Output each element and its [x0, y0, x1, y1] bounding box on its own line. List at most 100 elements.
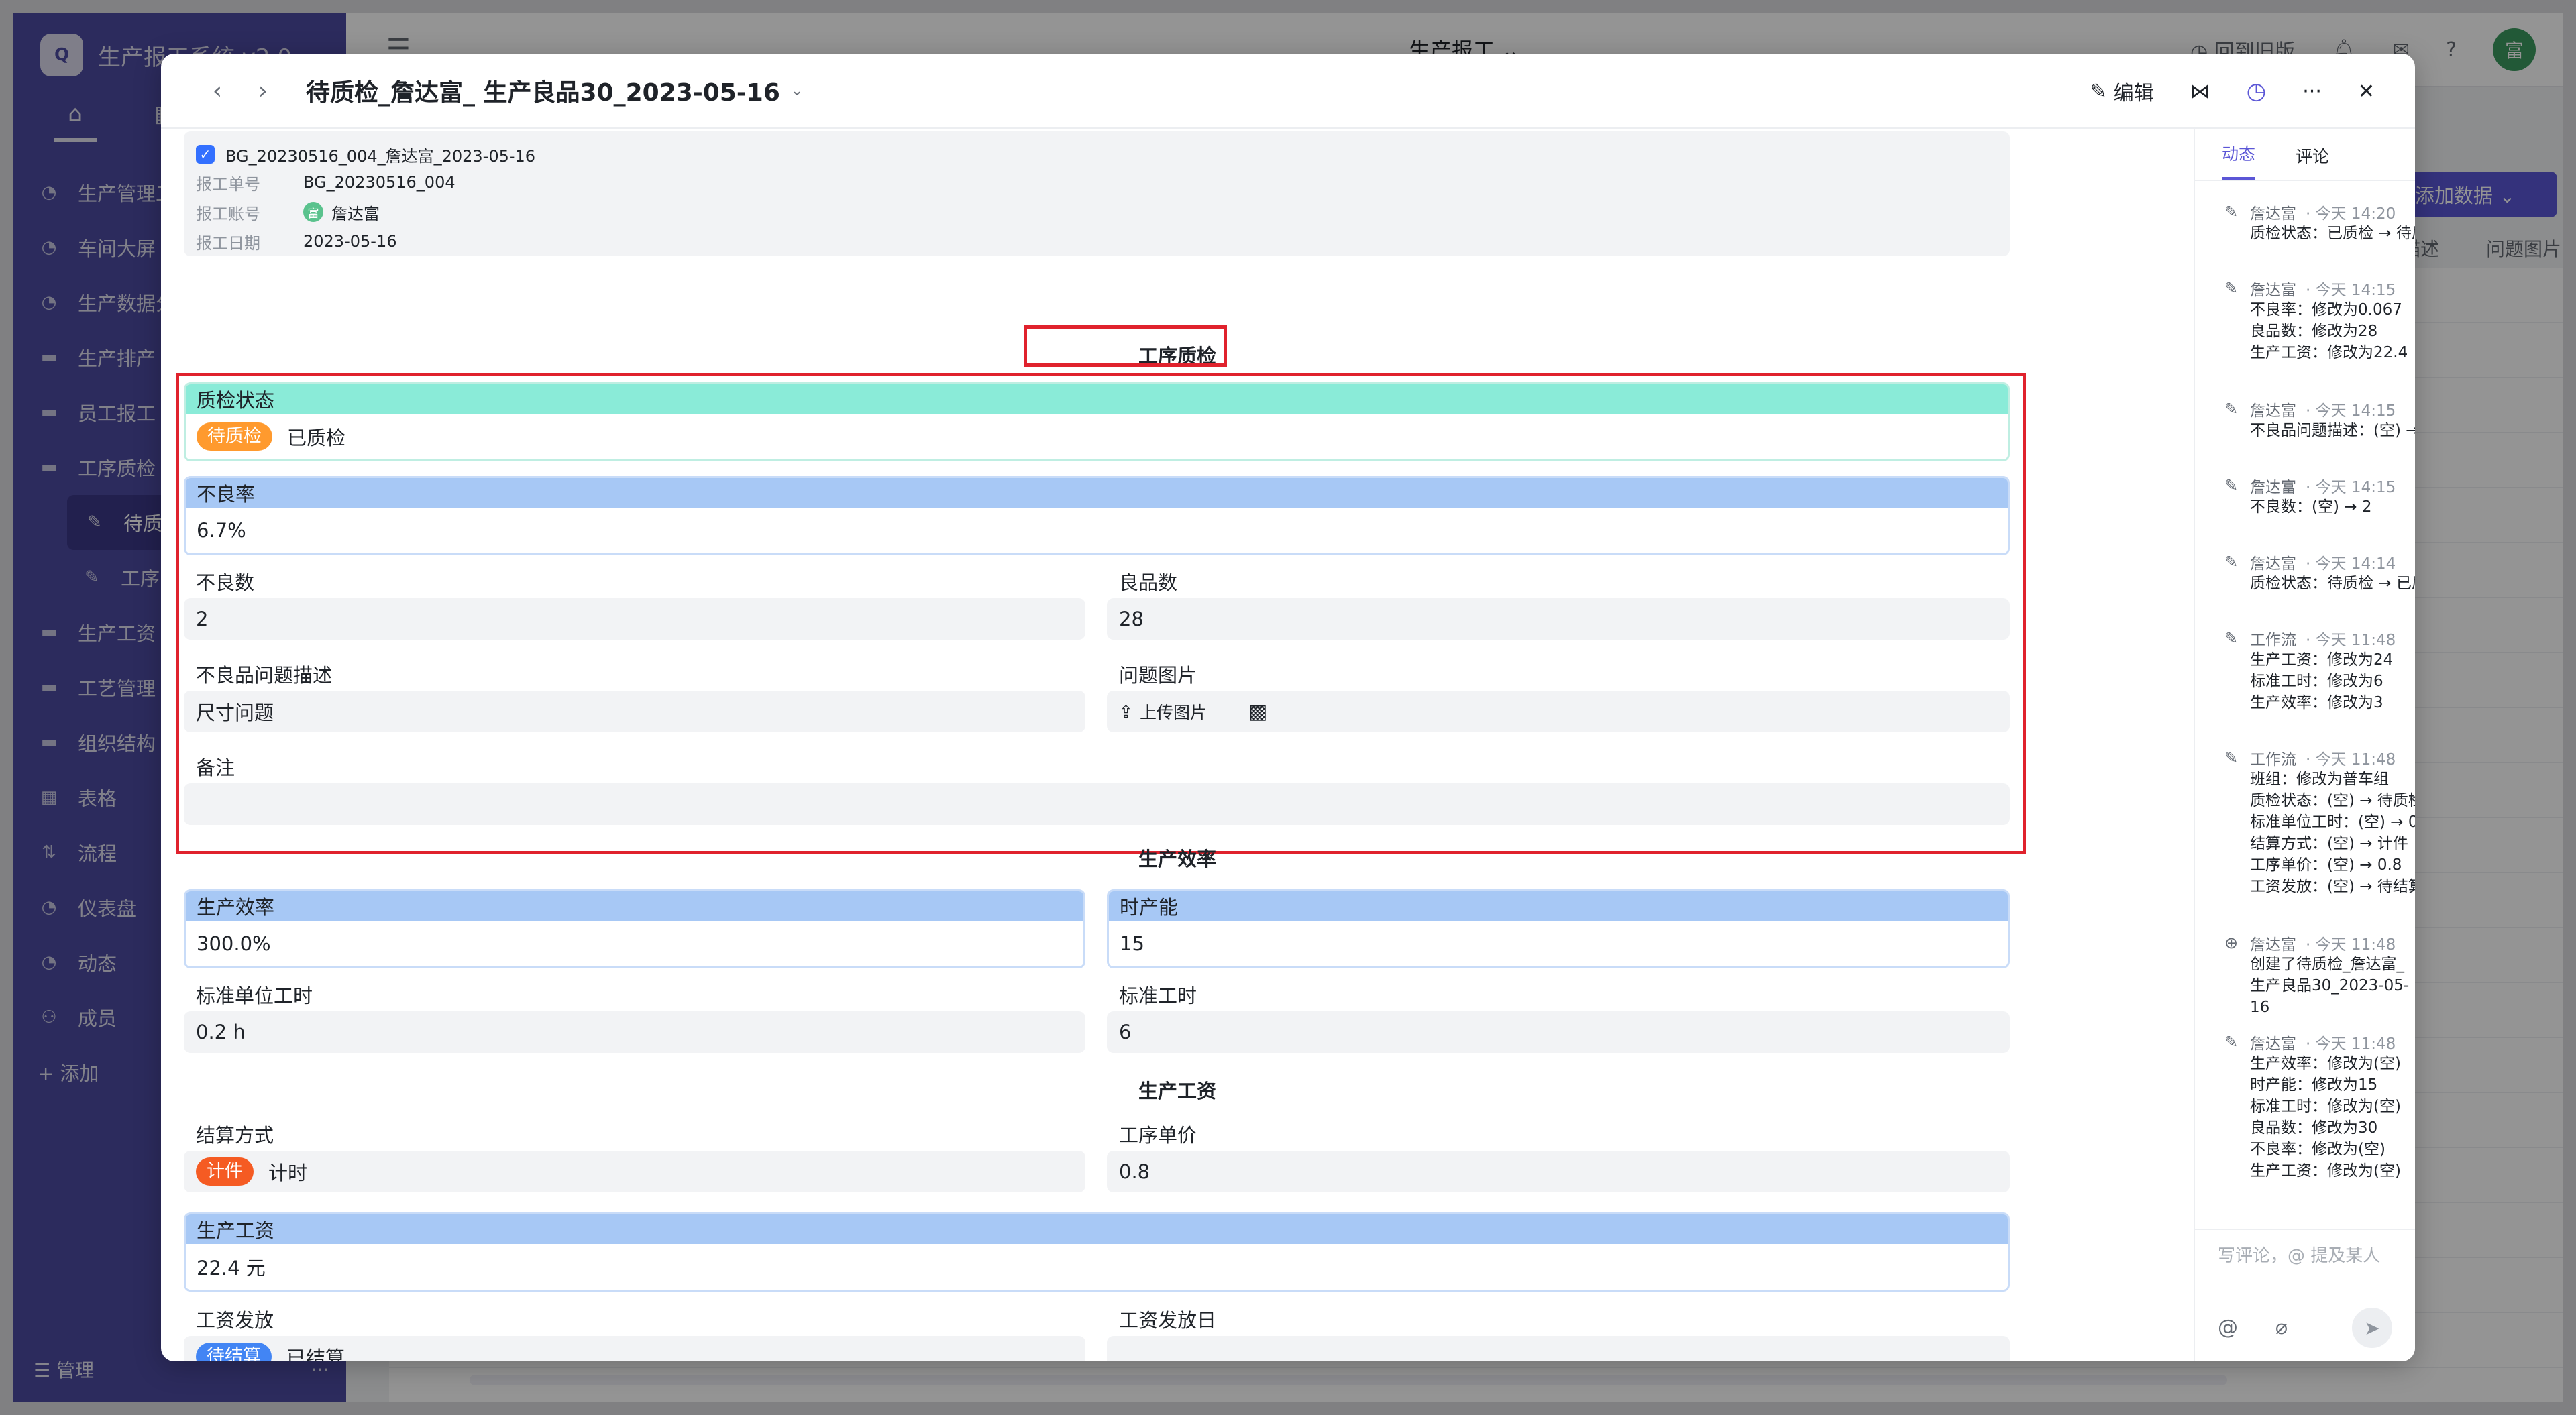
linked-record: ✓ BG_20230516_004_詹达富_2023-05-16 — [196, 141, 1998, 168]
field-label: 不良率 — [186, 478, 2008, 508]
activity-time: · 今天 11:48 — [2306, 632, 2396, 649]
good-count-input[interactable]: 28 — [1107, 598, 2010, 640]
qrcode-icon[interactable]: ▩ — [1248, 700, 1267, 724]
send-icon[interactable]: ➤ — [2352, 1308, 2392, 1348]
wage-field[interactable]: 生产工资 22.4 元 — [184, 1212, 2010, 1292]
activity-change: 生产效率：修改为3 — [2250, 694, 2383, 712]
activity-author: 詹达富 — [2250, 205, 2296, 223]
avatar: 富 — [303, 202, 323, 222]
payment-badge[interactable]: 待结算 — [196, 1343, 272, 1361]
activity-change: 时产能：修改为15 — [2250, 1076, 2378, 1094]
qc-status-field[interactable]: 质检状态 待质检 已质检 — [184, 382, 2010, 461]
close-icon[interactable]: ✕ — [2358, 80, 2375, 103]
activity-header: ✎ 詹达富 · 今天 14:14 — [2222, 551, 2410, 573]
section-title-efficiency: 生产效率 — [1138, 848, 1216, 870]
comment-tools: @ ⌀ — [2218, 1316, 2288, 1339]
status-option[interactable]: 已质检 — [287, 422, 345, 451]
field-label: 结算方式 — [196, 1124, 274, 1147]
activity-change: 不良数：(空) → 2 — [2250, 498, 2372, 516]
activity-change: 不良率：修改为0.067 — [2250, 301, 2402, 319]
modal-header: ‹ › 待质检_詹达富_ 生产良品30_2023-05-16 ⌄ ✎ 编辑 ⋈ … — [161, 54, 2415, 129]
next-record-icon[interactable]: › — [240, 77, 286, 105]
pencil-icon: ✎ — [2224, 476, 2239, 495]
activity-change: 标准工时：修改为(空) — [2250, 1098, 2401, 1115]
meta-row: 报工单号 BG_20230516_004 — [196, 168, 1998, 197]
unit-price-input[interactable]: 0.8 — [1107, 1151, 2010, 1192]
pencil-icon: ✎ — [2224, 400, 2239, 418]
meta-row: 报工账号 富 詹达富 — [196, 197, 1998, 227]
activity-time: · 今天 14:14 — [2306, 555, 2396, 573]
edit-label: 编辑 — [2113, 82, 2154, 105]
tab-comments[interactable]: 评论 — [2296, 144, 2329, 180]
activity-change: 标准单位工时：(空) → 0.2h — [2250, 813, 2415, 831]
history-icon[interactable]: ◷ — [2247, 78, 2267, 105]
payment-date-input[interactable] — [1107, 1336, 2010, 1361]
chevron-down-icon[interactable]: ⌄ — [791, 82, 803, 99]
defect-count-input[interactable]: 2 — [184, 598, 1085, 640]
activity-item: ✎ 詹达富 · 今天 14:20 质检状态：已质检 → 待质检 — [2222, 201, 2415, 244]
activity-change: 质检状态：已质检 → 待质检 — [2250, 225, 2415, 242]
activity-author: 詹达富 — [2250, 1035, 2296, 1053]
highlight-box — [1024, 325, 1227, 367]
settlement-badge[interactable]: 计件 — [196, 1157, 254, 1186]
activity-header: ✎ 詹达富 · 今天 14:15 — [2222, 278, 2410, 299]
horizontal-scrollbar[interactable] — [470, 1375, 2227, 1385]
activity-author: 工作流 — [2250, 751, 2296, 769]
defect-rate-field[interactable]: 不良率 6.7% — [184, 476, 2010, 555]
pencil-icon: ✎ — [2224, 203, 2239, 221]
meta-key: 报工单号 — [196, 174, 260, 194]
status-badge[interactable]: 待质检 — [197, 422, 272, 451]
issue-description-input[interactable]: 尺寸问题 — [184, 691, 1085, 732]
modal-actions: ✎ 编辑 ⋈ ◷ ··· ✕ — [2090, 54, 2375, 129]
wage-payment-field[interactable]: 待结算 已结算 — [184, 1336, 1085, 1361]
settlement-method-field[interactable]: 计件 计时 — [184, 1151, 1085, 1192]
more-icon[interactable]: ··· — [2302, 80, 2322, 103]
tab-activity[interactable]: 动态 — [2222, 141, 2256, 180]
activity-item: ✎ 詹达富 · 今天 14:14 质检状态：待质检 → 已质检 — [2222, 551, 2415, 594]
activity-header: ✎ 詹达富 · 今天 14:15 — [2222, 475, 2410, 496]
activity-change: 工资发放：(空) → 待结算 — [2250, 878, 2415, 895]
activity-change: 生产工资：修改为24 — [2250, 651, 2394, 669]
field-value: 22.4 元 — [186, 1244, 2008, 1290]
activity-change: 不良品问题描述：(空) → 尺寸问题 — [2250, 422, 2415, 439]
activity-time: · 今天 14:15 — [2306, 402, 2396, 420]
checkbox-icon: ✓ — [196, 145, 215, 164]
meta-value: 富 詹达富 — [303, 201, 380, 224]
activity-header: ✎ 詹达富 · 今天 11:48 — [2222, 1031, 2410, 1053]
payment-option[interactable]: 已结算 — [286, 1343, 345, 1361]
pencil-icon: ✎ — [2224, 279, 2239, 298]
prev-record-icon[interactable]: ‹ — [195, 77, 240, 105]
field-label: 时产能 — [1109, 891, 2008, 921]
activity-time: · 今天 11:48 — [2306, 936, 2396, 954]
edit-button[interactable]: ✎ 编辑 — [2090, 76, 2153, 106]
field-label: 质检状态 — [186, 384, 2008, 414]
panel-tabs: 动态 评论 — [2195, 129, 2415, 181]
field-label: 备注 — [196, 756, 235, 779]
standard-hours-input[interactable]: 6 — [1107, 1011, 2010, 1053]
efficiency-field[interactable]: 生产效率 300.0% — [184, 889, 1085, 968]
pencil-icon: ✎ — [2090, 79, 2107, 103]
meta-key: 报工日期 — [196, 233, 260, 253]
settlement-option[interactable]: 计时 — [268, 1157, 307, 1186]
pencil-icon: ✎ — [2224, 629, 2239, 648]
activity-change: 质检状态：待质检 → 已质检 — [2250, 575, 2415, 592]
attachment-icon[interactable]: ⌀ — [2275, 1316, 2288, 1339]
activity-header: ✎ 工作流 · 今天 11:48 — [2222, 747, 2410, 769]
activity-header: ✎ 工作流 · 今天 11:48 — [2222, 628, 2410, 649]
upload-image-button[interactable]: ⇪ 上传图片 — [1119, 699, 1207, 724]
hourly-capacity-field[interactable]: 时产能 15 — [1107, 889, 2010, 968]
record-form: ✓ BG_20230516_004_詹达富_2023-05-16 报工单号 BG… — [161, 129, 2194, 1361]
mention-icon[interactable]: @ — [2218, 1316, 2238, 1339]
remark-input[interactable] — [184, 783, 2010, 825]
activity-header: ✎ 詹达富 · 今天 14:20 — [2222, 201, 2410, 223]
activity-time: · 今天 11:48 — [2306, 1035, 2396, 1053]
meta-key: 报工账号 — [196, 204, 260, 223]
unit-hours-input[interactable]: 0.2 h — [184, 1011, 1085, 1053]
comment-input[interactable]: 写评论，@ 提及某人 — [2218, 1242, 2380, 1267]
share-icon[interactable]: ⋈ — [2190, 80, 2210, 103]
activity-change: 班组：修改为普车组 — [2250, 771, 2389, 788]
linked-record-name: BG_20230516_004_詹达富_2023-05-16 — [225, 146, 536, 166]
activity-change: 良品数：修改为28 — [2250, 323, 2378, 340]
field-label: 良品数 — [1119, 571, 1178, 594]
linked-record-card[interactable]: ✓ BG_20230516_004_詹达富_2023-05-16 报工单号 BG… — [184, 131, 2010, 256]
